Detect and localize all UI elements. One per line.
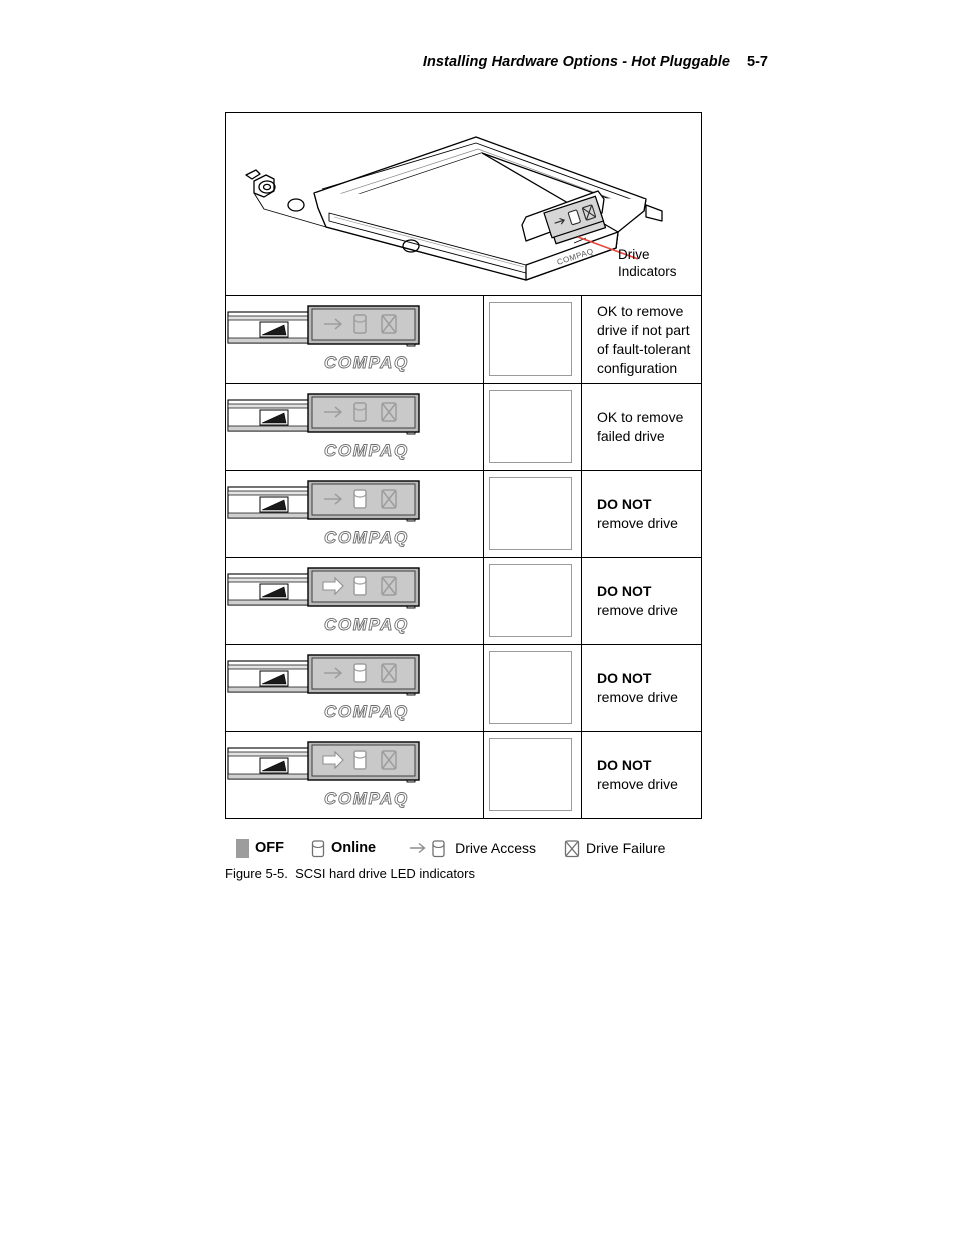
drive-front-cell: COMPAQ — [226, 471, 483, 557]
action-cell: DO NOT remove drive — [581, 558, 701, 644]
drive-tray-illustration: COMPAQ — [226, 390, 483, 466]
legend-label-online: Online — [331, 840, 377, 856]
action-cell: DO NOT remove drive — [581, 732, 701, 818]
blank-cell — [483, 471, 581, 557]
drive-illustration: COMPAQ Drive Indicators — [225, 112, 702, 296]
drive-tray-illustration: COMPAQ — [226, 564, 483, 640]
action-text: OK to remove drive if not part of fault-… — [597, 302, 691, 376]
led-panel — [307, 393, 420, 433]
action-cell: DO NOT remove drive — [581, 471, 701, 557]
action-text: remove drive — [597, 776, 678, 792]
compaq-logo: COMPAQ — [324, 702, 409, 721]
filled-square-icon — [236, 838, 249, 858]
drive-tray-illustration: COMPAQ — [226, 477, 483, 553]
led-online — [353, 750, 367, 770]
drive-front-cell: COMPAQ — [226, 384, 483, 470]
action-text: OK to remove failed drive — [597, 409, 684, 444]
drive-tray-illustration: COMPAQ — [226, 302, 483, 378]
blank-cell — [483, 732, 581, 818]
led-state-table: COMPAQ OK to remove drive if not part of… — [225, 296, 702, 819]
drive-front-cell: COMPAQ — [226, 645, 483, 731]
action-text: remove drive — [597, 515, 678, 531]
drive-front-cell: COMPAQ — [226, 296, 483, 383]
compaq-logo: COMPAQ — [324, 528, 409, 547]
legend: OFF Online Drive Access Drive Failure — [236, 838, 665, 858]
action-text: remove drive — [597, 689, 678, 705]
blank-cell — [483, 296, 581, 383]
legend-label-drive-access: Drive Access — [455, 840, 537, 856]
led-panel — [307, 567, 420, 607]
crossed-box-icon — [564, 840, 580, 858]
figure-caption: Figure 5-5. SCSI hard drive LED indicato… — [225, 866, 475, 881]
action-cell: DO NOT remove drive — [581, 645, 701, 731]
blank-cell — [483, 384, 581, 470]
drive-tray-illustration: COMPAQ — [226, 738, 483, 814]
table-row: COMPAQ DO NOT remove drive — [226, 644, 701, 731]
action-cell: OK to remove failed drive — [581, 384, 701, 470]
table-row: COMPAQ OK to remove failed drive — [226, 383, 701, 470]
action-emphasis: DO NOT — [597, 670, 652, 686]
led-panel — [307, 305, 420, 345]
header-title: Installing Hardware Options - Hot Plugga… — [422, 54, 731, 70]
action-text: remove drive — [597, 602, 678, 618]
legend-item-drive-access: Drive Access — [409, 838, 536, 858]
blank-cell — [483, 645, 581, 731]
drive-front-cell: COMPAQ — [226, 732, 483, 818]
drive-tray-illustration: COMPAQ — [226, 651, 483, 727]
legend-item-drive-failure: Drive Failure — [564, 838, 665, 858]
led-online — [353, 576, 367, 596]
cylinder-icon — [311, 840, 325, 858]
action-emphasis: DO NOT — [597, 496, 652, 512]
page-number: 5-7 — [747, 54, 768, 70]
table-row: COMPAQ DO NOT remove drive — [226, 470, 701, 557]
drive-front-cell: COMPAQ — [226, 558, 483, 644]
led-panel — [307, 654, 420, 694]
led-panel — [307, 480, 420, 520]
blank-cell — [483, 558, 581, 644]
legend-item-off: OFF — [236, 838, 284, 858]
action-cell: OK to remove drive if not part of fault-… — [581, 296, 701, 383]
led-panel — [307, 741, 420, 781]
figure-5-5: COMPAQ Drive Indicators COMPAQ OK to rem… — [225, 112, 702, 819]
compaq-logo: COMPAQ — [324, 615, 409, 634]
legend-item-online: Online — [311, 838, 376, 858]
compaq-logo: COMPAQ — [324, 789, 409, 808]
action-emphasis: DO NOT — [597, 757, 652, 773]
led-online — [353, 489, 367, 509]
callout-label: Drive Indicators — [618, 247, 677, 279]
compaq-logo: COMPAQ — [324, 441, 409, 460]
led-online — [353, 663, 367, 683]
arrow-cylinder-icon — [410, 840, 445, 858]
action-emphasis: DO NOT — [597, 583, 652, 599]
legend-label-off: OFF — [255, 840, 284, 856]
legend-label-drive-failure: Drive Failure — [586, 840, 666, 856]
table-row: COMPAQ DO NOT remove drive — [226, 731, 701, 818]
compaq-logo: COMPAQ — [324, 353, 409, 372]
page-header: Installing Hardware Options - Hot Plugga… — [423, 54, 768, 70]
table-row: COMPAQ DO NOT remove drive — [226, 557, 701, 644]
table-row: COMPAQ OK to remove drive if not part of… — [226, 296, 701, 383]
